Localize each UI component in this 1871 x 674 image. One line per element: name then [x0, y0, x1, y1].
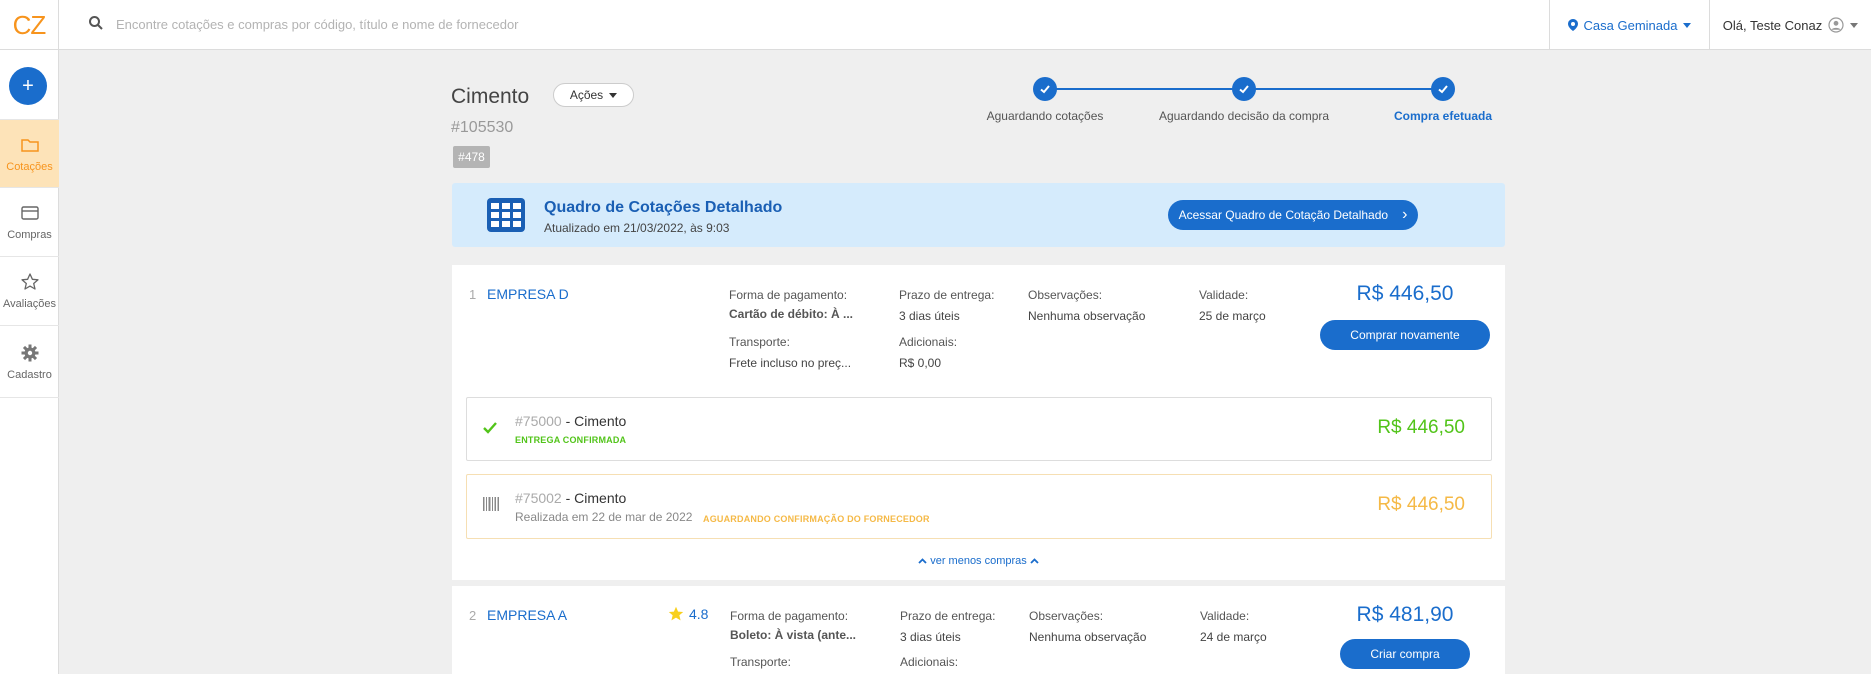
additional-label: Adicionais: [900, 655, 959, 669]
step-check-icon [1431, 77, 1455, 101]
chevron-up-icon [1030, 558, 1039, 564]
order-id: #75000 [515, 413, 562, 429]
search-input[interactable] [116, 12, 916, 36]
chevron-down-icon [1683, 22, 1692, 28]
step-label: Aguardando decisão da compra [1158, 109, 1330, 123]
order-status: AGUARDANDO CONFIRMAÇÃO DO FORNECEDOR [703, 514, 930, 524]
step-check-icon [1033, 77, 1057, 101]
notes-label: Observações: [1029, 609, 1104, 623]
step-label-current: Compra efetuada [1393, 109, 1493, 123]
check-icon [483, 422, 497, 434]
top-bar: CZ Casa Geminada Olá, Teste Conaz [0, 0, 1871, 50]
delivery-value: 3 dias úteis [900, 630, 961, 644]
transport-label: Transporte: [729, 335, 790, 349]
show-less-orders-link[interactable]: ver menos compras [452, 555, 1505, 567]
sidebar-item-label: Avaliações [3, 298, 56, 310]
banner-title: Quadro de Cotações Detalhado [544, 199, 783, 216]
notes-value: Nenhuma observação [1029, 630, 1147, 644]
order-title: - Cimento [561, 490, 627, 506]
order-number[interactable]: #75002 - Cimento [515, 490, 626, 506]
quote-tag: #478 [453, 146, 490, 168]
obra-name: Casa Geminada [1583, 17, 1678, 33]
validity-value: 25 de março [1199, 309, 1266, 323]
additional-value: R$ 0,00 [899, 356, 942, 370]
supplier-index: 1 [469, 287, 477, 302]
actions-dropdown[interactable]: Ações [553, 83, 634, 107]
payment-value: Boleto: À vista (ante... [730, 628, 857, 642]
user-avatar-icon [1828, 17, 1844, 33]
chevron-right-icon: › [1402, 206, 1408, 223]
order-price: R$ 446,50 [1377, 494, 1465, 515]
supplier-name[interactable]: EMPRESA D [487, 286, 569, 302]
step-label: Aguardando cotações [986, 109, 1104, 123]
actions-label: Ações [569, 88, 604, 102]
sidebar-item-label: Compras [7, 229, 52, 241]
sidebar-item-avaliacoes[interactable]: Avaliações [0, 257, 59, 326]
buy-again-button[interactable]: Comprar novamente [1320, 320, 1490, 350]
sidebar-item-label: Cadastro [7, 368, 52, 381]
transport-value: Frete incluso no preç... [729, 356, 852, 370]
supplier-index: 2 [469, 608, 477, 623]
chevron-down-icon [609, 92, 618, 98]
sidebar-item-cadastro[interactable]: Cadastro [0, 326, 59, 398]
chevron-down-icon [1850, 22, 1859, 28]
notes-value: Nenhuma observação [1028, 309, 1146, 323]
order-title: - Cimento [561, 413, 627, 429]
banner-updated: Atualizado em 21/03/2022, às 9:03 [544, 221, 730, 235]
validity-label: Validade: [1199, 288, 1249, 302]
user-menu[interactable]: Olá, Teste Conaz [1709, 0, 1871, 50]
create-purchase-button[interactable]: Criar compra [1340, 639, 1470, 669]
page-title: Cimento [451, 85, 530, 108]
chevron-up-icon [918, 558, 927, 564]
transport-label: Transporte: [730, 655, 791, 669]
validity-value: 24 de março [1200, 630, 1267, 644]
order-row[interactable]: #75000 - Cimento ENTREGA CONFIRMADA R$ 4… [466, 397, 1492, 461]
validity-label: Validade: [1200, 609, 1250, 623]
open-detailed-quote-button[interactable]: Acessar Quadro de Cotação Detalhado › [1168, 200, 1418, 230]
delivery-value: 3 dias úteis [899, 309, 960, 323]
gear-icon [21, 344, 38, 361]
show-less-label: ver menos compras [930, 555, 1027, 567]
delivery-label: Prazo de entrega: [899, 288, 995, 302]
table-grid-icon [487, 198, 525, 232]
supplier-card: 2 EMPRESA A 4.8 Forma de pagamento: Bole… [452, 586, 1505, 674]
sidebar: + Cotações Compras Avaliações Cadastro [0, 50, 59, 674]
sidebar-item-label: Cotações [6, 160, 53, 173]
search-icon [89, 16, 103, 30]
supplier-rating: 4.8 [668, 606, 708, 622]
conaz-logo[interactable]: CZ [0, 0, 59, 50]
order-row[interactable]: #75002 - Cimento Realizada em 22 de mar … [466, 474, 1492, 539]
order-number[interactable]: #75000 - Cimento [515, 413, 626, 429]
card-icon [20, 206, 39, 220]
sidebar-item-cotacoes[interactable]: Cotações [0, 119, 59, 188]
rating-value: 4.8 [689, 606, 709, 622]
supplier-price: R$ 481,90 [1356, 603, 1454, 626]
additional-label: Adicionais: [899, 335, 958, 349]
star-icon [668, 606, 684, 621]
obra-selector[interactable]: Casa Geminada [1549, 0, 1709, 50]
sidebar-item-compras[interactable]: Compras [0, 188, 59, 257]
add-button[interactable]: + [9, 67, 47, 105]
order-id: #75002 [515, 490, 562, 506]
payment-label: Forma de pagamento: [730, 609, 849, 623]
supplier-price: R$ 446,50 [1356, 282, 1454, 305]
detailed-quote-banner: Quadro de Cotações Detalhado Atualizado … [452, 183, 1505, 247]
step-check-icon [1232, 77, 1256, 101]
folder-icon [20, 138, 39, 152]
star-icon [20, 273, 39, 290]
payment-label: Forma de pagamento: [729, 288, 848, 302]
user-greeting: Olá, Teste Conaz [1722, 17, 1823, 33]
supplier-card: 1 EMPRESA D Forma de pagamento: Cartão d… [452, 265, 1505, 580]
map-pin-icon [1567, 19, 1578, 31]
barcode-icon [483, 497, 499, 511]
order-status: ENTREGA CONFIRMADA [515, 435, 627, 445]
notes-label: Observações: [1028, 288, 1103, 302]
delivery-label: Prazo de entrega: [900, 609, 996, 623]
supplier-name[interactable]: EMPRESA A [487, 607, 567, 623]
button-label: Acessar Quadro de Cotação Detalhado [1178, 208, 1389, 222]
payment-value: Cartão de débito: À ... [729, 307, 854, 321]
quote-code: #105530 [451, 119, 514, 136]
order-price: R$ 446,50 [1377, 417, 1465, 438]
order-date: Realizada em 22 de mar de 2022 [515, 510, 693, 524]
